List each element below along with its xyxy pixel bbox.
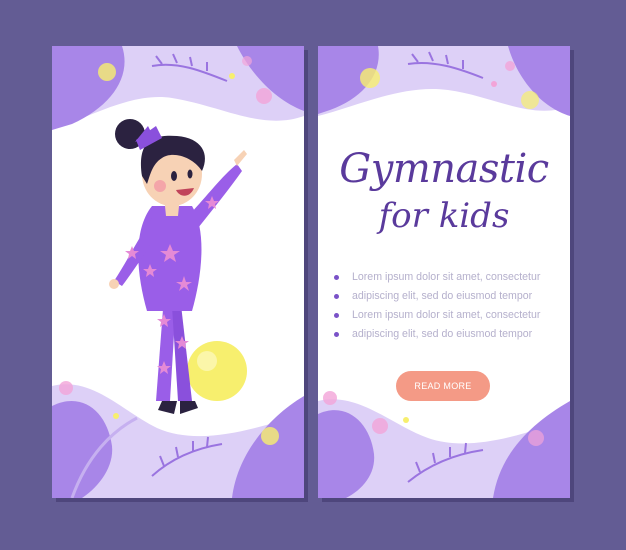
title-line-2: for kids	[378, 196, 510, 236]
title-line-1: Gymnastic	[339, 146, 549, 192]
list-item: adipiscing elit, sed do eiusmod tempor	[332, 287, 568, 306]
list-item: adipiscing elit, sed do eiusmod tempor	[332, 325, 568, 344]
list-item: Lorem ipsum dolor sit amet, consectetur	[332, 268, 568, 287]
illustration-card	[52, 46, 304, 498]
girl-gymnast-illustration	[109, 119, 247, 414]
description-list: Lorem ipsum dolor sit amet, consectetur …	[332, 268, 568, 344]
bullet-dot-icon	[334, 275, 339, 280]
ball	[187, 341, 247, 401]
read-more-button[interactable]: READ MORE	[396, 371, 490, 401]
list-item: Lorem ipsum dolor sit amet, consectetur	[332, 306, 568, 325]
bullet-dot-icon	[334, 332, 339, 337]
bullet-dot-icon	[334, 313, 339, 318]
info-card: Gymnastic for kids Lorem ipsum dolor sit…	[318, 46, 570, 498]
bullet-dot-icon	[334, 294, 339, 299]
